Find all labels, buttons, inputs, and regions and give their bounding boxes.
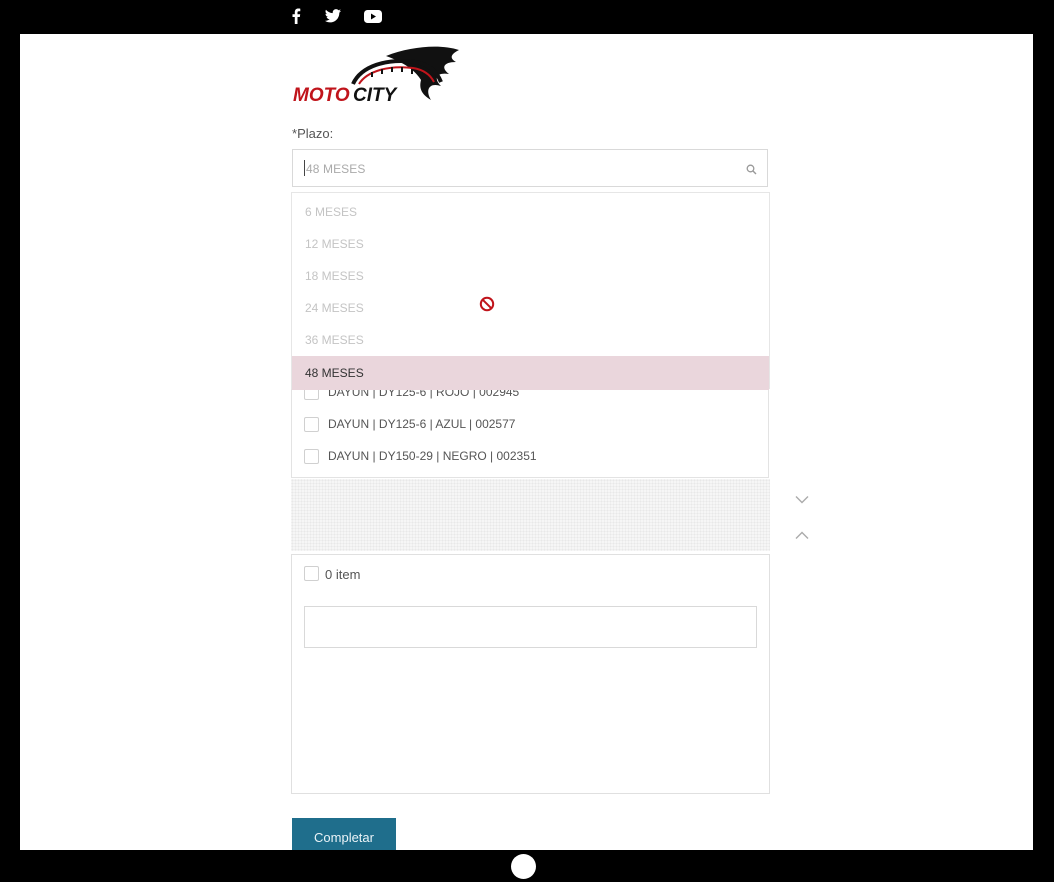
target-item-count: 0 item xyxy=(325,567,361,582)
target-search-input[interactable] xyxy=(304,606,757,648)
select-all-checkbox[interactable] xyxy=(304,566,319,581)
item-checkbox[interactable] xyxy=(304,448,319,464)
plazo-dropdown: 6 MESES 12 MESES 18 MESES 24 MESES 36 ME… xyxy=(291,192,770,390)
plazo-label-text: Plazo: xyxy=(297,126,334,141)
transfer-operations xyxy=(291,479,809,551)
plazo-option[interactable]: 24 MESES xyxy=(292,292,769,324)
list-item-label: DAYUN | DY150-29 | NEGRO | 002351 xyxy=(328,449,537,463)
twitter-icon[interactable] xyxy=(324,6,342,26)
plazo-select-value: 48 MESES xyxy=(306,162,366,176)
plazo-option-selected[interactable]: 48 MESES xyxy=(292,356,769,390)
home-indicator[interactable] xyxy=(511,854,536,879)
plazo-option[interactable]: 12 MESES xyxy=(292,228,769,260)
list-item[interactable]: DAYUN | DY150-29 | NEGRO | 002351 xyxy=(304,447,537,465)
completar-button[interactable]: Completar xyxy=(292,818,396,850)
plazo-option[interactable]: 18 MESES xyxy=(292,260,769,292)
facebook-icon[interactable] xyxy=(288,6,304,26)
not-allowed-cursor-icon xyxy=(479,296,495,317)
motocity-logo: MOTO CITY xyxy=(293,46,459,106)
search-icon xyxy=(746,162,757,180)
youtube-icon[interactable] xyxy=(363,6,383,26)
plazo-option[interactable]: 36 MESES xyxy=(292,324,769,356)
page-content: MOTO CITY *Plazo: 48 MESES DAYUN | DY125… xyxy=(20,34,1033,850)
text-caret xyxy=(304,160,305,176)
target-list xyxy=(291,593,770,794)
logo-moto-text: MOTO xyxy=(293,85,350,106)
chevron-up-icon[interactable] xyxy=(795,527,809,545)
list-item[interactable]: DAYUN | DY125-6 | AZUL | 002577 xyxy=(304,415,515,433)
logo-city-text: CITY xyxy=(353,85,399,106)
top-bar xyxy=(0,0,1054,34)
chevron-down-icon[interactable] xyxy=(795,491,809,509)
list-item-label: DAYUN | DY125-6 | AZUL | 002577 xyxy=(328,417,516,431)
plazo-label: *Plazo: xyxy=(292,126,333,141)
target-list-header: 0 item xyxy=(291,554,770,594)
plazo-select[interactable]: 48 MESES xyxy=(292,149,768,187)
item-checkbox[interactable] xyxy=(304,416,319,432)
plazo-option[interactable]: 6 MESES xyxy=(292,196,769,228)
